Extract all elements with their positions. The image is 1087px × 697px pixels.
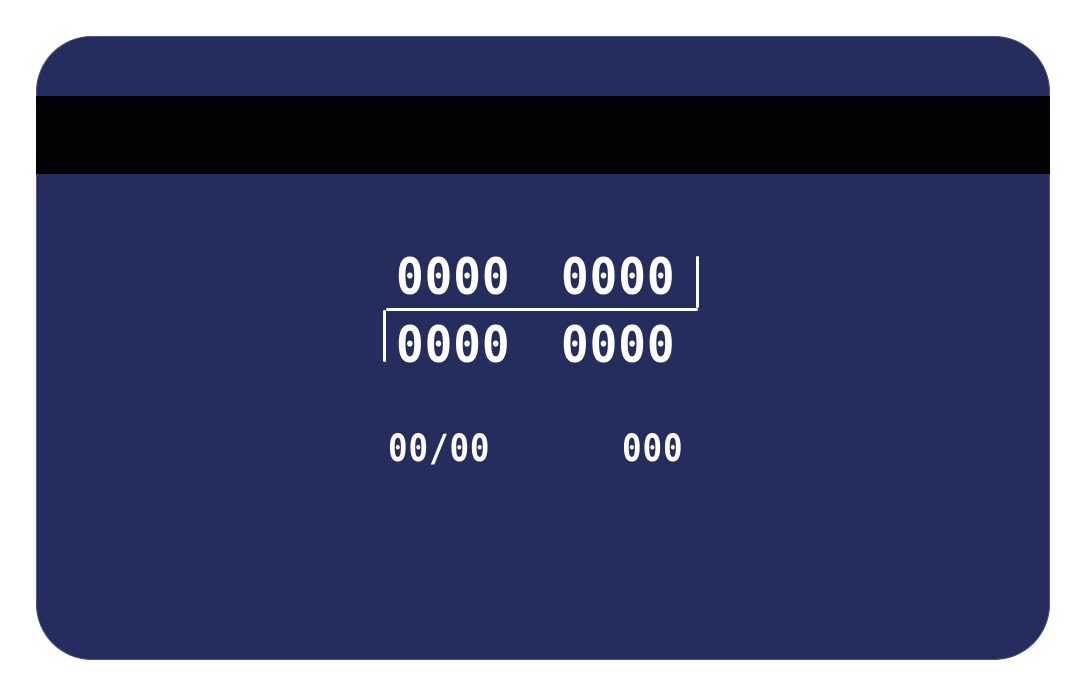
card-number-divider	[386, 308, 698, 311]
card-number-group-3: 0000	[396, 316, 511, 374]
card-number-group-4: 0000	[561, 316, 676, 374]
card-number-group-2: 0000	[561, 248, 676, 306]
magnetic-stripe	[36, 96, 1050, 174]
card-number-group-1: 0000	[396, 248, 511, 306]
credit-card-back: 0000 0000 0000 0000 00/00 000	[36, 36, 1050, 660]
expiry-date: 00/00	[388, 427, 491, 470]
card-number-left-bracket	[383, 310, 386, 362]
card-number-right-bracket	[696, 256, 699, 308]
cvv-code: 000	[622, 427, 684, 470]
